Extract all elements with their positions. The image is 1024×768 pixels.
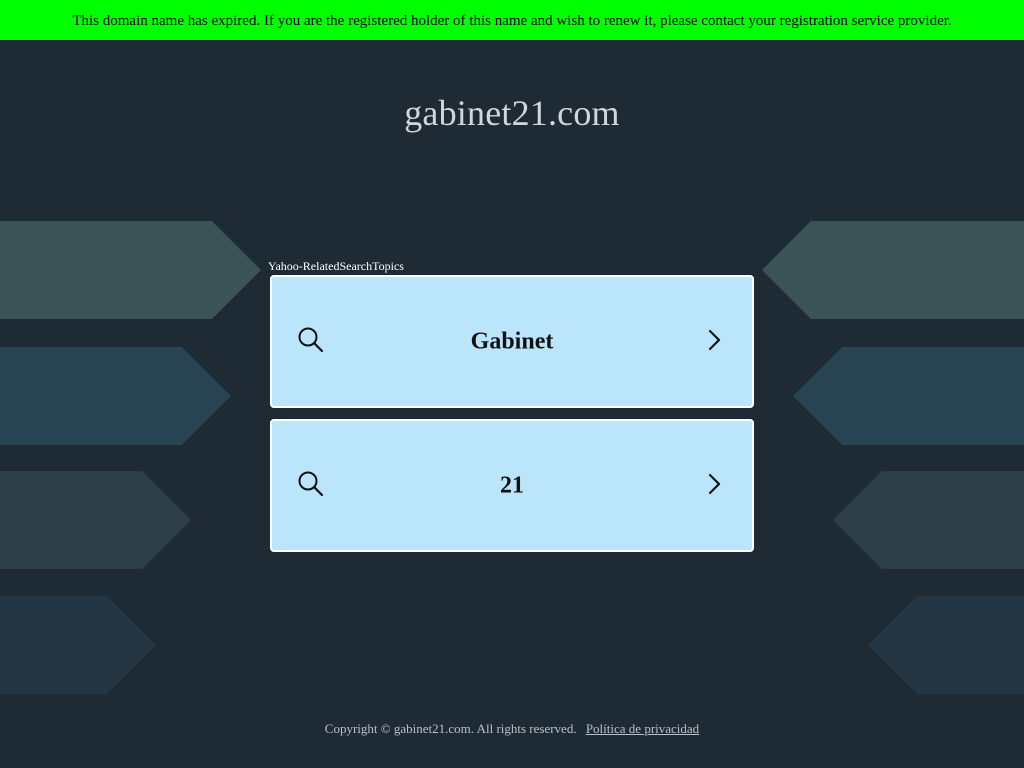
- related-searches-label: Yahoo-RelatedSearchTopics: [268, 259, 404, 273]
- left-arrow-shape-4: [0, 596, 156, 694]
- right-arrow-shape-3: [833, 471, 1024, 569]
- chevron-right-icon: [708, 329, 721, 350]
- related-search-label: Gabinet: [470, 328, 554, 354]
- search-icon: [298, 471, 324, 496]
- right-arrow-shape-2: [793, 347, 1024, 445]
- search-icon: [298, 327, 324, 352]
- related-search-link-gabinet[interactable]: Gabinet: [270, 275, 754, 408]
- right-arrow-shape-1: [762, 221, 1024, 319]
- copyright-text: Copyright © gabinet21.com. All rights re…: [324, 721, 577, 736]
- related-search-label: 21: [500, 472, 524, 498]
- left-arrow-shape-3: [0, 471, 191, 569]
- left-arrow-shape-2: [0, 347, 231, 445]
- chevron-right-icon: [708, 473, 721, 494]
- privacy-policy-link[interactable]: Política de privacidad: [586, 721, 699, 736]
- footer: Copyright © gabinet21.com. All rights re…: [0, 721, 1024, 737]
- related-search-link-21[interactable]: 21: [270, 419, 754, 552]
- left-arrow-shape-1: [0, 221, 261, 319]
- right-arrow-shape-4: [868, 596, 1024, 694]
